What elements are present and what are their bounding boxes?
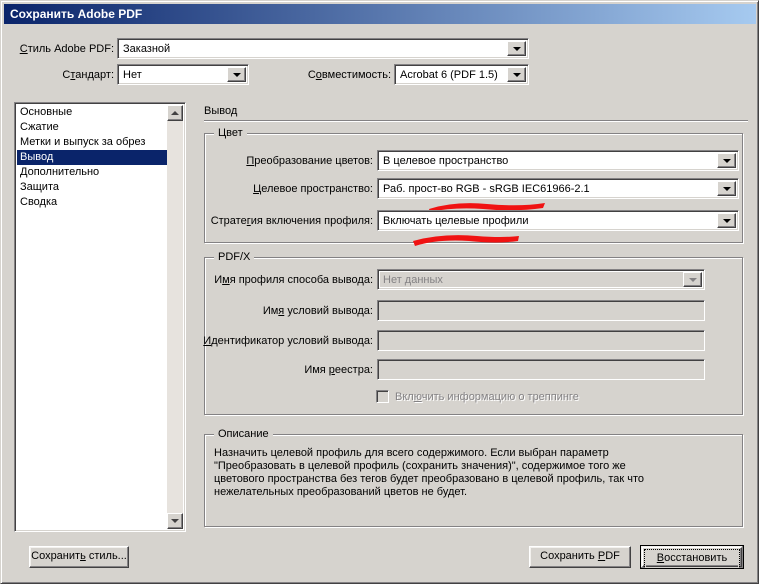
dropdown-arrow-icon xyxy=(512,46,521,51)
profile-policy-dropdown[interactable]: Включать целевые профили xyxy=(377,210,739,231)
destination-space-dropdown[interactable]: Раб. прост-во RGB - sRGB IEC61966-2.1 xyxy=(377,178,739,199)
color-conversion-dropdown-button[interactable] xyxy=(717,153,736,168)
compatibility-dropdown-button[interactable] xyxy=(507,67,526,82)
output-condition-name-label: Имя условий вывода: xyxy=(262,305,373,317)
color-conversion-label: Преобразование цветов: xyxy=(246,155,373,167)
compatibility-dropdown[interactable]: Acrobat 6 (PDF 1.5) xyxy=(394,64,529,85)
preset-label: Стиль Adobe PDF: xyxy=(19,43,114,55)
trapping-checkbox xyxy=(376,390,389,403)
scroll-up-icon xyxy=(171,111,179,115)
sidebar-item-summary[interactable]: Сводка xyxy=(17,195,167,210)
panel-heading: Вывод xyxy=(204,105,238,117)
trapping-checkbox-label: Включить информацию о треппинге xyxy=(395,391,579,403)
color-group-title: Цвет xyxy=(214,127,247,140)
scroll-down-button[interactable] xyxy=(167,513,183,529)
title-bar[interactable]: Сохранить Adobe PDF xyxy=(4,4,756,24)
save-preset-button[interactable]: Сохранить стиль... xyxy=(29,546,129,568)
compatibility-label: Совместимость: xyxy=(307,69,391,81)
reset-button[interactable]: Восстановить xyxy=(640,545,744,569)
dropdown-arrow-icon xyxy=(688,277,697,282)
preset-dropdown[interactable]: Заказной xyxy=(117,38,529,59)
dropdown-arrow-icon xyxy=(722,158,731,163)
dropdown-arrow-icon xyxy=(232,72,241,77)
output-intent-label: Имя профиля способа вывода: xyxy=(214,274,373,286)
scroll-up-button[interactable] xyxy=(167,105,183,121)
profile-policy-dropdown-button[interactable] xyxy=(717,213,736,228)
sidebar-item-security[interactable]: Защита xyxy=(17,180,167,195)
sections-list: Основные Сжатие Метки и выпуск за обрез … xyxy=(17,105,167,529)
output-condition-name-field xyxy=(377,300,705,321)
sidebar-item-advanced[interactable]: Дополнительно xyxy=(17,165,167,180)
destination-space-dropdown-button[interactable] xyxy=(717,181,736,196)
dropdown-arrow-icon xyxy=(722,218,731,223)
compatibility-dropdown-value: Acrobat 6 (PDF 1.5) xyxy=(397,67,507,82)
description-text: Назначить целевой профиль для всего соде… xyxy=(214,447,645,498)
registry-name-label: Имя реестра: xyxy=(304,364,373,376)
reset-button-label: Восстановить xyxy=(656,552,728,564)
save-pdf-button-label: Сохранить PDF xyxy=(540,550,620,562)
save-adobe-pdf-dialog: Сохранить Adobe PDF Стиль Adobe PDF: Зак… xyxy=(0,0,759,584)
standard-label: Стандарт: xyxy=(62,69,114,81)
profile-policy-value: Включать целевые профили xyxy=(380,213,717,228)
save-preset-button-label: Сохранить стиль... xyxy=(31,550,127,562)
output-intent-value: Нет данных xyxy=(380,272,683,287)
output-intent-dropdown: Нет данных xyxy=(377,269,705,290)
color-conversion-value: В целевое пространство xyxy=(380,153,717,168)
output-intent-dropdown-button xyxy=(683,272,702,287)
window-title: Сохранить Adobe PDF xyxy=(10,7,143,21)
preset-dropdown-button[interactable] xyxy=(507,41,526,56)
color-conversion-dropdown[interactable]: В целевое пространство xyxy=(377,150,739,171)
output-condition-id-label: Идентификатор условий вывода: xyxy=(203,335,373,347)
panel-heading-separator xyxy=(204,120,748,122)
standard-dropdown-button[interactable] xyxy=(227,67,246,82)
sidebar-item-marks-bleeds[interactable]: Метки и выпуск за обрез xyxy=(17,135,167,150)
registry-name-field xyxy=(377,359,705,380)
save-pdf-button[interactable]: Сохранить PDF xyxy=(529,546,631,568)
sidebar-item-compression[interactable]: Сжатие xyxy=(17,120,167,135)
dropdown-arrow-icon xyxy=(512,72,521,77)
destination-space-value: Раб. прост-во RGB - sRGB IEC61966-2.1 xyxy=(380,181,717,196)
sidebar-item-output[interactable]: Вывод xyxy=(17,150,167,165)
pdfx-group-title: PDF/X xyxy=(214,251,255,264)
scroll-down-icon xyxy=(171,519,179,523)
dropdown-arrow-icon xyxy=(722,186,731,191)
destination-space-label: Целевое пространство: xyxy=(253,183,373,195)
preset-dropdown-value: Заказной xyxy=(120,41,507,56)
output-condition-id-field xyxy=(377,330,705,351)
profile-policy-label: Стратегия включения профиля: xyxy=(210,215,373,227)
description-group-title: Описание xyxy=(214,428,273,441)
standard-dropdown-value: Нет xyxy=(120,67,227,82)
sidebar-item-general[interactable]: Основные xyxy=(17,105,167,120)
standard-dropdown[interactable]: Нет xyxy=(117,64,249,85)
